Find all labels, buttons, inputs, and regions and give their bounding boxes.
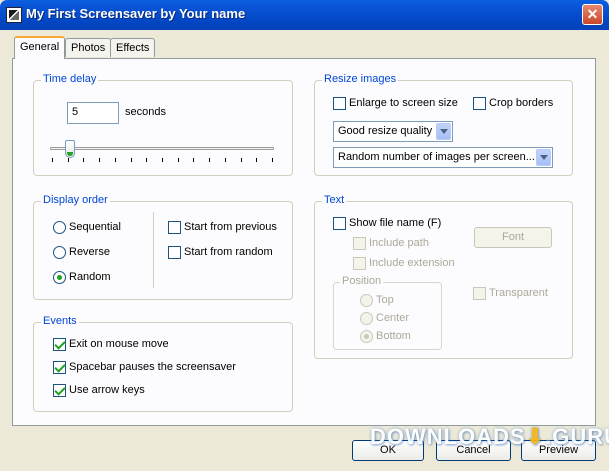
use-arrow-keys-checkbox[interactable]	[53, 384, 66, 397]
slider-tick	[131, 158, 132, 162]
close-button[interactable]: ✕	[582, 4, 603, 25]
slider-tick	[83, 158, 84, 162]
start-from-previous-label: Start from previous	[184, 221, 277, 233]
slider-tick	[99, 158, 100, 162]
slider-tick	[178, 158, 179, 162]
chevron-down-icon	[436, 123, 451, 140]
crop-borders-label: Crop borders	[489, 97, 554, 109]
start-from-previous-checkbox[interactable]	[168, 221, 181, 234]
downloads-guru-watermark: DOWNLOADS⬇.GURU	[370, 424, 609, 450]
time-delay-input[interactable]: 5	[67, 102, 119, 124]
font-button[interactable]: Font	[474, 227, 552, 248]
use-arrow-keys-label: Use arrow keys	[69, 384, 145, 396]
time-delay-label: Time delay	[41, 73, 99, 85]
include-extension-checkbox[interactable]	[353, 257, 366, 270]
radio-center[interactable]	[360, 312, 373, 325]
radio-random[interactable]	[53, 271, 66, 284]
start-from-random-label: Start from random	[184, 246, 273, 258]
display-order-divider	[153, 212, 154, 288]
time-delay-group: Time delay	[33, 73, 293, 176]
title-bar[interactable]: My First Screensaver by Your name ✕	[0, 0, 609, 30]
radio-sequential[interactable]	[53, 221, 66, 234]
transparent-checkbox[interactable]	[473, 287, 486, 300]
radio-sequential-label: Sequential	[69, 221, 121, 233]
spacebar-pauses-label: Spacebar pauses the screensaver	[69, 361, 236, 373]
radio-bottom-label: Bottom	[376, 330, 411, 342]
slider-tick	[68, 158, 69, 162]
include-extension-label: Include extension	[369, 257, 455, 269]
slider-tick	[256, 158, 257, 162]
transparent-label: Transparent	[489, 287, 548, 299]
images-per-screen-select[interactable]: Random number of images per screen...	[333, 147, 553, 168]
app-icon	[6, 7, 22, 23]
text-group-label: Text	[322, 194, 347, 206]
enlarge-to-screen-checkbox[interactable]	[333, 97, 346, 110]
radio-reverse[interactable]	[53, 246, 66, 259]
include-path-label: Include path	[369, 237, 429, 249]
slider-tick	[52, 158, 53, 162]
watermark-text: DOWNLOADS	[370, 424, 526, 449]
images-per-screen-value: Random number of images per screen...	[338, 151, 535, 163]
slider-tick	[225, 158, 226, 162]
position-label: Position	[340, 275, 384, 287]
show-file-name-checkbox[interactable]	[333, 217, 346, 230]
radio-random-label: Random	[69, 271, 111, 283]
radio-reverse-label: Reverse	[69, 246, 110, 258]
events-label: Events	[41, 315, 79, 327]
display-order-label: Display order	[41, 194, 110, 206]
tab-general[interactable]: General	[14, 36, 66, 59]
radio-center-label: Center	[376, 312, 410, 324]
tab-photos[interactable]: Photos	[65, 38, 112, 57]
start-from-random-checkbox[interactable]	[168, 246, 181, 259]
time-delay-slider-track[interactable]	[50, 147, 274, 150]
slider-tick	[115, 158, 116, 162]
watermark-suffix: .GURU	[545, 424, 609, 449]
slider-tick	[272, 158, 273, 162]
slider-tick	[209, 158, 210, 162]
seconds-label: seconds	[125, 106, 166, 118]
crop-borders-checkbox[interactable]	[473, 97, 486, 110]
slider-tick	[146, 158, 147, 162]
resize-quality-select[interactable]: Good resize quality	[333, 121, 453, 142]
exit-on-mouse-move-label: Exit on mouse move	[69, 338, 169, 350]
radio-bottom[interactable]	[360, 330, 373, 343]
time-delay-slider-thumb[interactable]	[65, 140, 75, 158]
tab-effects[interactable]: Effects	[110, 38, 156, 57]
chevron-down-icon	[536, 149, 551, 166]
resize-images-label: Resize images	[322, 73, 399, 85]
slider-tick	[162, 158, 163, 162]
window-title: My First Screensaver by Your name	[26, 6, 246, 21]
include-path-checkbox[interactable]	[353, 237, 366, 250]
radio-top[interactable]	[360, 294, 373, 307]
download-arrow-icon: ⬇	[525, 424, 546, 449]
enlarge-to-screen-label: Enlarge to screen size	[349, 97, 458, 109]
spacebar-pauses-checkbox[interactable]	[53, 361, 66, 374]
exit-on-mouse-move-checkbox[interactable]	[53, 338, 66, 351]
slider-tick	[241, 158, 242, 162]
slider-tick	[193, 158, 194, 162]
radio-top-label: Top	[376, 294, 394, 306]
resize-quality-value: Good resize quality	[338, 125, 433, 137]
show-file-name-label: Show file name (F)	[349, 217, 442, 229]
